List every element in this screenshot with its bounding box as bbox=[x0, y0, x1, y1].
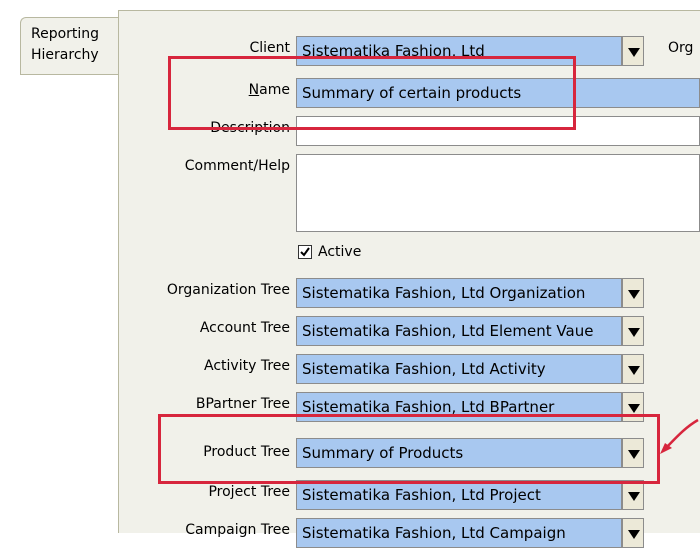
tree-label-campaign: Campaign Tree bbox=[185, 522, 290, 538]
campaign-tree-field[interactable]: Sistematika Fashion, Ltd Campaign bbox=[296, 518, 622, 548]
project-tree-field[interactable]: Sistematika Fashion, Ltd Project bbox=[296, 480, 622, 510]
chevron-down-icon bbox=[628, 530, 640, 539]
chevron-down-icon bbox=[628, 492, 640, 501]
client-label: Client bbox=[249, 40, 290, 56]
highlight-box-name bbox=[168, 56, 576, 130]
active-checkbox[interactable] bbox=[298, 245, 312, 259]
chevron-down-icon bbox=[628, 404, 640, 413]
tree-label-account: Account Tree bbox=[199, 320, 290, 336]
highlight-box-product-tree bbox=[158, 414, 660, 484]
chevron-down-icon bbox=[628, 366, 640, 375]
tab-label-line1: Reporting bbox=[31, 26, 100, 42]
campaign-tree-dropdown-button[interactable] bbox=[622, 518, 644, 548]
comment-label: Comment/Help bbox=[184, 158, 290, 174]
org-label: Org bbox=[668, 40, 694, 56]
tab-reporting-hierarchy[interactable]: Reporting Hierarchy bbox=[20, 17, 118, 75]
chevron-down-icon bbox=[628, 48, 640, 57]
account-tree-field[interactable]: Sistematika Fashion, Ltd Element Vaue bbox=[296, 316, 622, 346]
organization-tree-field[interactable]: Sistematika Fashion, Ltd Organization bbox=[296, 278, 622, 308]
activity-tree-field[interactable]: Sistematika Fashion, Ltd Activity bbox=[296, 354, 622, 384]
tree-label-bpartner: BPartner Tree bbox=[195, 396, 290, 412]
tab-label-line2: Hierarchy bbox=[31, 47, 99, 63]
organization-tree-dropdown-button[interactable] bbox=[622, 278, 644, 308]
activity-tree-dropdown-button[interactable] bbox=[622, 354, 644, 384]
arrow-icon bbox=[660, 418, 699, 454]
chevron-down-icon bbox=[628, 290, 640, 299]
tab-strip: Reporting Hierarchy bbox=[0, 0, 118, 533]
comment-field[interactable] bbox=[296, 154, 700, 232]
client-dropdown-button[interactable] bbox=[622, 36, 644, 66]
tree-label-project: Project Tree bbox=[208, 484, 290, 500]
active-label: Active bbox=[318, 244, 362, 260]
chevron-down-icon bbox=[628, 328, 640, 337]
tree-label-organization: Organization Tree bbox=[166, 282, 290, 298]
project-tree-dropdown-button[interactable] bbox=[622, 480, 644, 510]
account-tree-dropdown-button[interactable] bbox=[622, 316, 644, 346]
tree-label-activity: Activity Tree bbox=[204, 358, 290, 374]
checkmark-icon bbox=[300, 247, 310, 257]
